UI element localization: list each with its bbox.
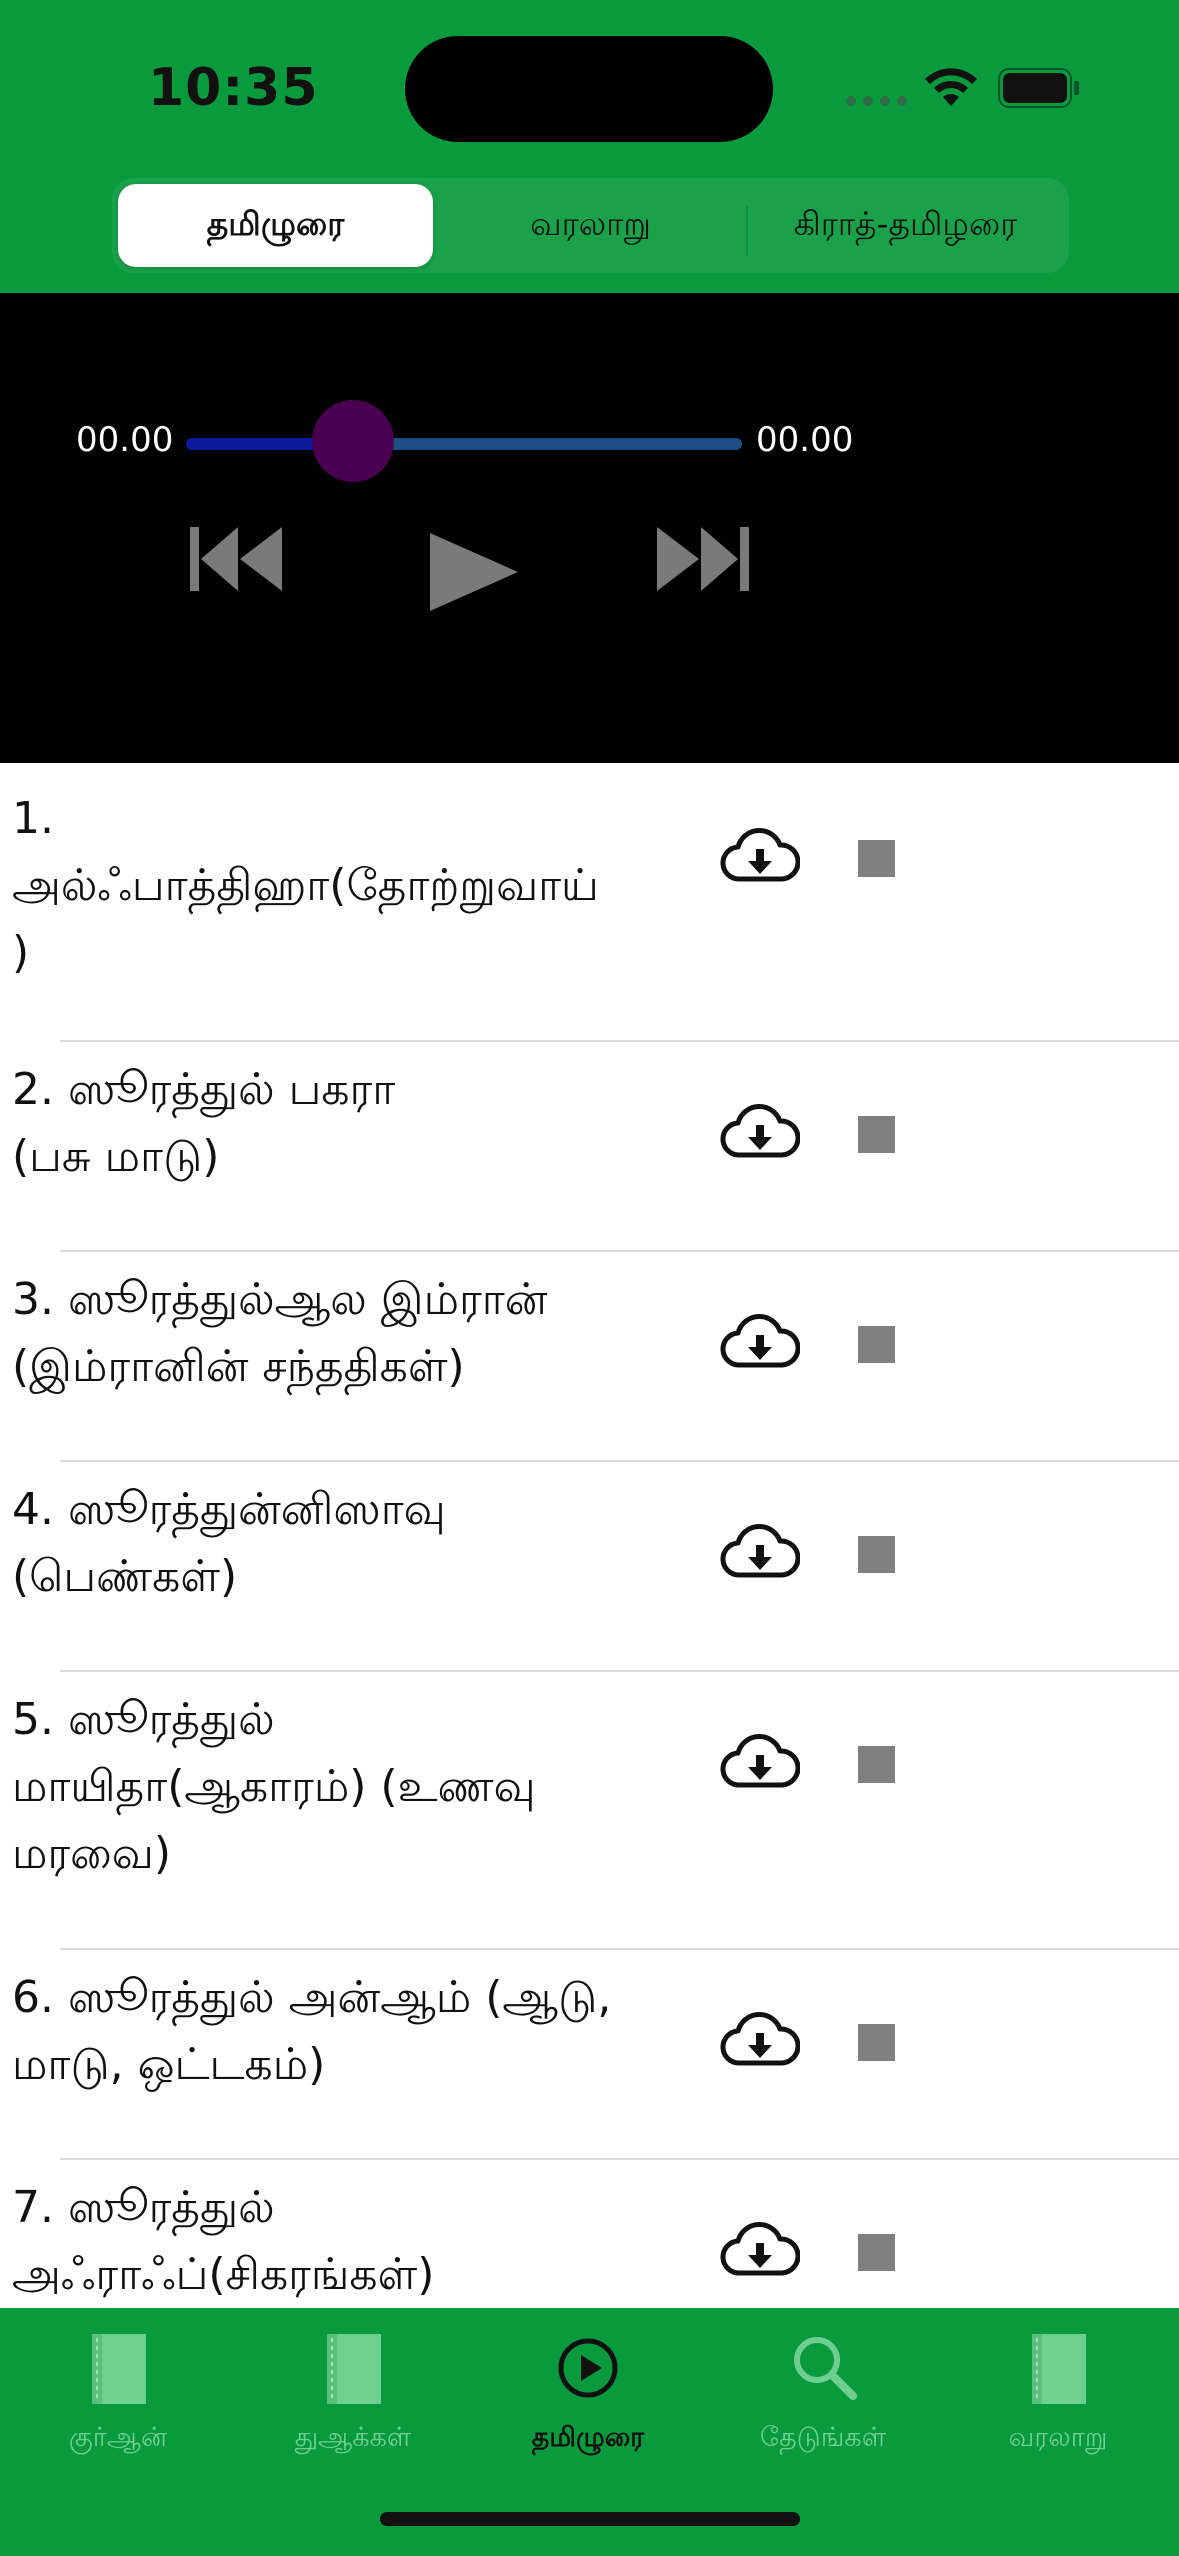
home-indicator xyxy=(380,2512,800,2526)
stop-button[interactable] xyxy=(858,1116,895,1153)
stop-button[interactable] xyxy=(858,2024,895,2061)
stop-button[interactable] xyxy=(858,1326,895,1363)
segment-label: கிராத்-தமிழரை xyxy=(793,203,1018,243)
cloud-download-icon[interactable] xyxy=(720,1103,800,1163)
cloud-download-icon[interactable] xyxy=(720,1313,800,1373)
list-item[interactable]: 6. ஸூரத்துல் அன்ஆம் (ஆடு, மாடு, ஒட்டகம்) xyxy=(0,1950,1179,2158)
segment-history[interactable]: வரலாறு xyxy=(433,184,748,267)
play-icon[interactable] xyxy=(428,531,520,613)
dynamic-island xyxy=(405,36,773,142)
wifi-icon xyxy=(925,68,977,106)
segment-label: வரலாறு xyxy=(530,203,651,243)
cloud-download-icon[interactable] xyxy=(720,1523,800,1583)
battery-icon xyxy=(998,68,1079,108)
previous-track-icon[interactable] xyxy=(188,523,284,595)
list-item[interactable]: 7. ஸூரத்துல் அஃராஃப்(சிகரங்கள்) xyxy=(0,2160,1179,2308)
cloud-download-icon[interactable] xyxy=(720,2221,800,2281)
surah-title: 5. ஸூரத்துல் மாயிதா(ஆகாரம்) (உணவு மரவை) xyxy=(12,1694,536,1879)
stop-button[interactable] xyxy=(858,1746,895,1783)
status-time: 10:35 xyxy=(148,58,319,118)
tab-label: வரலாறு xyxy=(1008,2422,1108,2453)
tab-history[interactable]: வரலாறு xyxy=(948,2328,1168,2478)
tab-label: குர்ஆன் xyxy=(68,2422,168,2453)
surah-title: 3. ஸூரத்துல்ஆல இம்ரான் (இம்ரானின் சந்ததி… xyxy=(12,1274,548,1392)
tab-duas[interactable]: துஆக்கள் xyxy=(243,2328,463,2478)
segment-label: தமிழுரை xyxy=(206,203,345,243)
surah-title: 2. ஸூரத்துல் பகரா (பசு மாடு) xyxy=(12,1064,396,1182)
tab-label: தேடுங்கள் xyxy=(759,2422,887,2453)
surah-title: 6. ஸூரத்துல் அன்ஆம் (ஆடு, மாடு, ஒட்டகம்) xyxy=(12,1972,612,2090)
tab-search[interactable]: தேடுங்கள் xyxy=(713,2328,933,2478)
cloud-download-icon[interactable] xyxy=(720,1733,800,1793)
book-icon xyxy=(1032,2334,1086,2404)
surah-title: 4. ஸூரத்துன்னிஸாவு (பெண்கள்) xyxy=(12,1484,446,1602)
segmented-control: தமிழுரை வரலாறு கிராத்-தமிழரை xyxy=(112,178,1069,273)
tab-tamil-commentary[interactable]: தமிழுரை xyxy=(478,2328,698,2478)
book-icon xyxy=(92,2334,146,2404)
list-item[interactable]: 3. ஸூரத்துல்ஆல இம்ரான் (இம்ரானின் சந்ததி… xyxy=(0,1252,1179,1460)
current-time: 00.00 xyxy=(76,420,174,460)
list-item[interactable]: 1. அல்ஃபாத்திஹா(தோற்றுவாய் ) xyxy=(0,763,1179,1040)
tab-label: துஆக்கள் xyxy=(294,2422,412,2453)
audio-player: 00.00 00.00 xyxy=(0,293,1179,763)
segment-tamil-commentary[interactable]: தமிழுரை xyxy=(118,184,433,267)
list-item[interactable]: 2. ஸூரத்துல் பகரா (பசு மாடு) xyxy=(0,1042,1179,1250)
book-icon xyxy=(327,2334,381,2404)
surah-list: 1. அல்ஃபாத்திஹா(தோற்றுவாய் ) 2. ஸூரத்துல… xyxy=(0,763,1179,2308)
stop-button[interactable] xyxy=(858,2234,895,2271)
header: 10:35 தமிழுரை வரலாறு கிராத்-தமிழரை xyxy=(0,0,1179,293)
tab-quran[interactable]: குர்ஆன் xyxy=(8,2328,228,2478)
stop-button[interactable] xyxy=(858,1536,895,1573)
cellular-signal-icon xyxy=(846,96,907,106)
surah-title: 7. ஸூரத்துல் அஃராஃப்(சிகரங்கள்) xyxy=(12,2182,435,2300)
surah-title: 1. அல்ஃபாத்திஹா(தோற்றுவாய் ) xyxy=(12,793,599,978)
seek-slider-thumb[interactable] xyxy=(311,400,394,482)
play-circle-icon xyxy=(558,2338,618,2398)
list-item[interactable]: 5. ஸூரத்துல் மாயிதா(ஆகாரம்) (உணவு மரவை) xyxy=(0,1672,1179,1948)
cloud-download-icon[interactable] xyxy=(720,827,800,887)
search-icon xyxy=(794,2337,857,2400)
cloud-download-icon[interactable] xyxy=(720,2011,800,2071)
tab-label: தமிழுரை xyxy=(531,2422,645,2453)
total-time: 00.00 xyxy=(756,420,854,460)
stop-button[interactable] xyxy=(858,840,895,877)
next-track-icon[interactable] xyxy=(655,523,751,595)
list-item[interactable]: 4. ஸூரத்துன்னிஸாவு (பெண்கள்) xyxy=(0,1462,1179,1670)
segment-qirat-tamil[interactable]: கிராத்-தமிழரை xyxy=(748,184,1063,267)
